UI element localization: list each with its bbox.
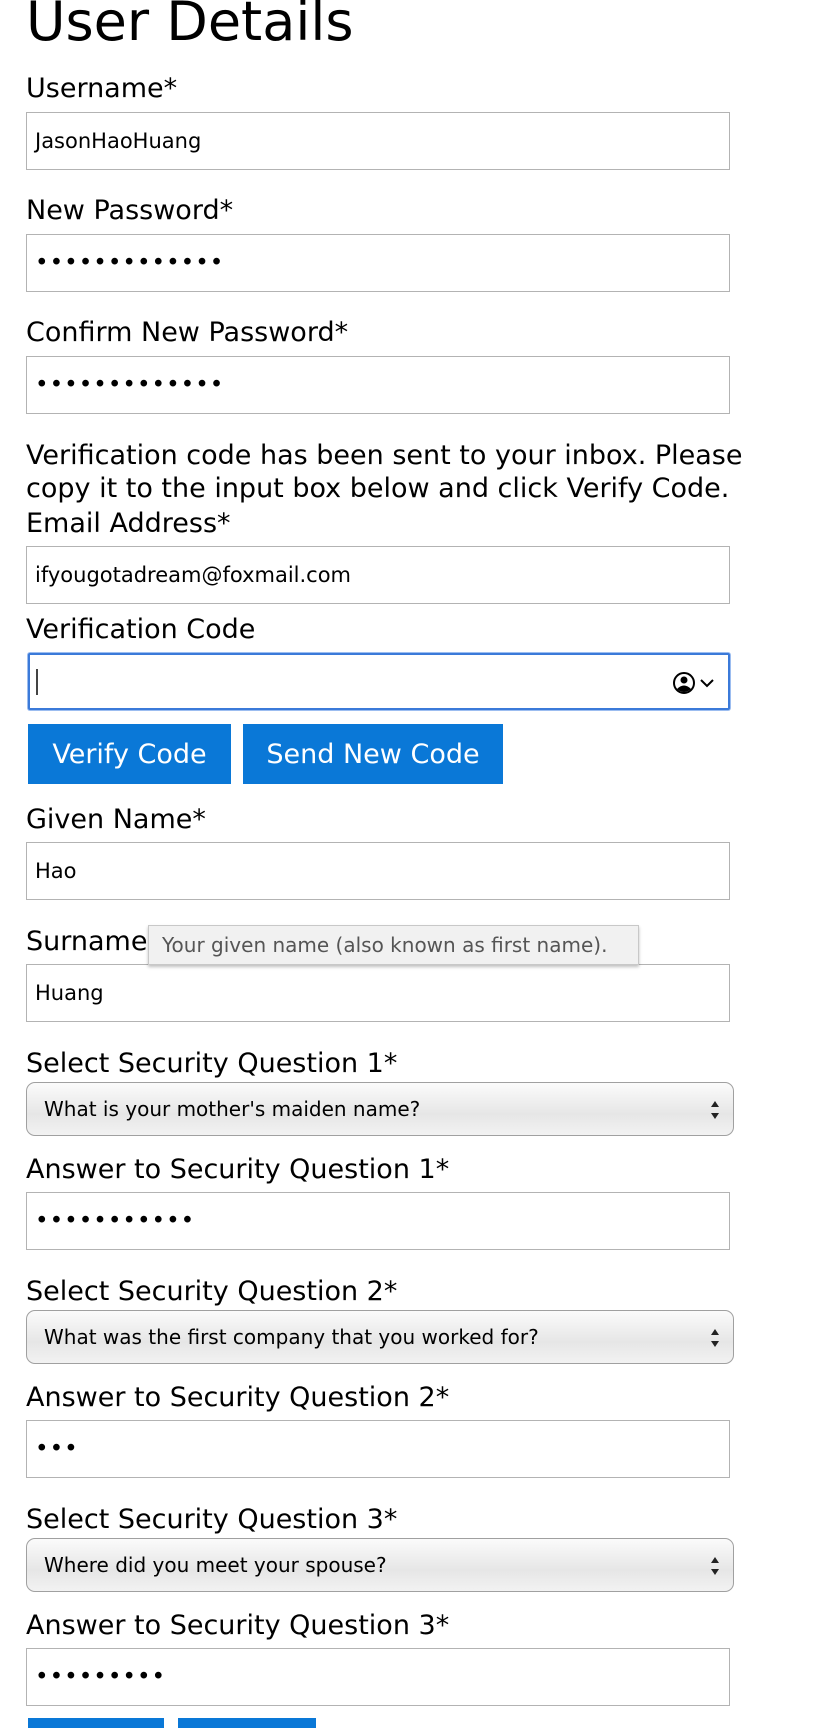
security-question-2-label: Select Security Question 2* bbox=[26, 1276, 398, 1307]
security-question-3-value: Where did you meet your spouse? bbox=[44, 1553, 387, 1577]
email-field[interactable]: ifyougotadream@foxmail.com bbox=[26, 546, 730, 604]
given-name-field[interactable]: Hao bbox=[26, 842, 730, 900]
answer-3-label: Answer to Security Question 3* bbox=[26, 1610, 450, 1641]
send-new-code-button[interactable]: Send New Code bbox=[243, 724, 503, 784]
select-arrows-icon bbox=[711, 1329, 719, 1347]
new-password-value: ••••••••••••• bbox=[35, 250, 225, 276]
answer-2-value: ••• bbox=[35, 1436, 79, 1462]
select-arrows-icon bbox=[711, 1557, 719, 1575]
security-question-3-select[interactable]: Where did you meet your spouse? bbox=[26, 1538, 734, 1592]
answer-3-field[interactable]: ••••••••• bbox=[26, 1648, 730, 1706]
email-value: ifyougotadream@foxmail.com bbox=[35, 563, 352, 587]
answer-2-label: Answer to Security Question 2* bbox=[26, 1382, 450, 1413]
given-name-label: Given Name* bbox=[26, 804, 206, 835]
confirm-password-label: Confirm New Password* bbox=[26, 317, 349, 348]
username-label: Username* bbox=[26, 73, 178, 104]
cancel-button[interactable] bbox=[178, 1718, 316, 1728]
security-question-2-value: What was the first company that you work… bbox=[44, 1325, 539, 1349]
confirm-password-field[interactable]: ••••••••••••• bbox=[26, 356, 730, 414]
security-question-3-label: Select Security Question 3* bbox=[26, 1504, 398, 1535]
surname-field[interactable]: Huang bbox=[26, 964, 730, 1022]
answer-1-label: Answer to Security Question 1* bbox=[26, 1154, 450, 1185]
verification-code-input[interactable] bbox=[28, 653, 730, 710]
page-title: User Details bbox=[26, 0, 354, 53]
new-password-label: New Password* bbox=[26, 195, 234, 226]
answer-3-value: ••••••••• bbox=[35, 1664, 167, 1690]
given-name-value: Hao bbox=[35, 859, 77, 883]
username-field[interactable]: JasonHaoHuang bbox=[26, 112, 730, 170]
username-value: JasonHaoHuang bbox=[35, 129, 202, 153]
verify-code-button[interactable]: Verify Code bbox=[28, 724, 231, 784]
continue-button[interactable] bbox=[28, 1718, 164, 1728]
verification-info-text: Verification code has been sent to your … bbox=[26, 440, 743, 504]
answer-1-value: ••••••••••• bbox=[35, 1208, 196, 1234]
security-question-1-select[interactable]: What is your mother's maiden name? bbox=[26, 1082, 734, 1136]
text-caret bbox=[36, 669, 38, 695]
verification-code-label: Verification Code bbox=[26, 614, 256, 645]
answer-1-field[interactable]: ••••••••••• bbox=[26, 1192, 730, 1250]
confirm-password-value: ••••••••••••• bbox=[35, 372, 225, 398]
surname-value: Huang bbox=[35, 981, 104, 1005]
email-label: Email Address* bbox=[26, 508, 231, 539]
answer-2-field[interactable]: ••• bbox=[26, 1420, 730, 1478]
security-question-1-label: Select Security Question 1* bbox=[26, 1048, 398, 1079]
given-name-tooltip: Your given name (also known as first nam… bbox=[148, 925, 639, 965]
person-circle-icon[interactable] bbox=[672, 671, 720, 695]
security-question-2-select[interactable]: What was the first company that you work… bbox=[26, 1310, 734, 1364]
surname-label: Surname* bbox=[26, 926, 161, 957]
select-arrows-icon bbox=[711, 1101, 719, 1119]
new-password-field[interactable]: ••••••••••••• bbox=[26, 234, 730, 292]
security-question-1-value: What is your mother's maiden name? bbox=[44, 1097, 421, 1121]
